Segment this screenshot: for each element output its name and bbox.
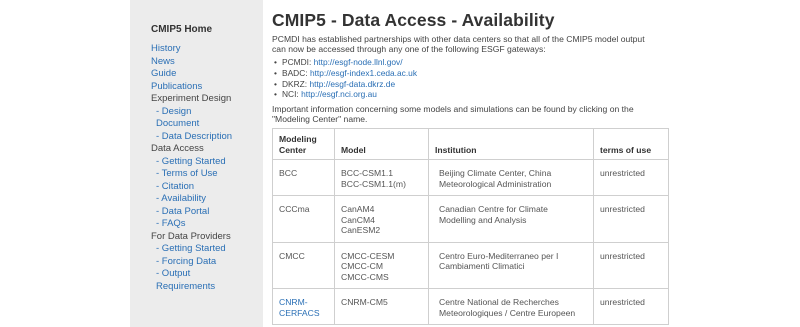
model-name: CNRM-CM5 (341, 297, 388, 308)
institution-name: Meteorological Administration (439, 178, 552, 189)
gateway-name: DKRZ: (282, 78, 308, 89)
model-name: CMCC-CESM (341, 250, 395, 261)
terms-cell: unrestricted (593, 159, 669, 197)
modeling-center-name: CCCma (279, 204, 310, 215)
terms-cell: unrestricted (593, 195, 669, 243)
modeling-center-name[interactable]: CNRM- (279, 297, 329, 308)
gateway-link[interactable]: http://esgf.nci.org.au (301, 89, 377, 99)
gateway-name: BADC: (282, 67, 308, 78)
institution-name: Canadian Centre for Climate (439, 204, 548, 215)
models-note: Important information concerning some mo… (272, 104, 672, 124)
availability-table: Modeling Center Model Institution terms o… (272, 128, 669, 326)
column-header-text: Institution (435, 144, 477, 155)
table-header-row: Modeling Center Model Institution terms o… (272, 128, 669, 161)
column-header-text: Model (341, 144, 366, 155)
sidebar-section-header: Data Access (151, 143, 204, 154)
gateway-item: PCMDI: http://esgf-node.llnl.gov/ (274, 57, 672, 68)
sidebar-item[interactable]: - Availability (151, 193, 263, 206)
institution-cell: Centre National de Recherches Meteorologi… (428, 288, 594, 326)
sidebar-item[interactable]: - Getting Started (151, 156, 263, 169)
table-row: CMCC CMCC-CESM CMCC-CM CMCC-CMS Centro Euro-… (272, 241, 669, 290)
model-cell: BCC-CSM1.1 BCC-CSM1.1(m) (334, 159, 429, 197)
column-header: Model (334, 128, 429, 161)
institution-name: Modelling and Analysis (439, 214, 527, 225)
sidebar-items: History News Guide Publications Experiment D… (151, 43, 263, 293)
sidebar-item[interactable]: - Forcing Data (151, 256, 263, 269)
model-name: BCC-CSM1.1 (341, 168, 394, 179)
table-row: BCC BCC-CSM1.1 BCC-CSM1.1(m) Beijing Climat… (272, 159, 669, 197)
institution-cell: Canadian Centre for Climate Modelling and… (428, 195, 594, 243)
institution-name: Centro Euro-Mediterraneo per I (439, 250, 559, 261)
sidebar-item[interactable]: - Citation (151, 181, 263, 194)
institution-name: Centre National de Recherches (439, 297, 559, 308)
gateway-name: PCMDI: (282, 57, 312, 67)
modeling-center-name: BCC (279, 168, 298, 179)
terms-cell: unrestricted (593, 288, 669, 326)
intro-line: can now be accessed through any one of t… (272, 44, 546, 54)
sidebar-nav: CMIP5 Home History News Guide Publications E… (130, 0, 263, 327)
sidebar-item[interactable]: - Data Portal (151, 206, 263, 219)
modeling-center-cell[interactable]: CNRM- CERFACS (272, 288, 335, 326)
sidebar-home-link[interactable]: CMIP5 Home (151, 24, 263, 35)
sidebar-item[interactable]: - Output (151, 268, 263, 281)
sidebar-item[interactable]: - FAQs (151, 218, 263, 231)
column-header: Institution (428, 128, 594, 161)
sidebar-section-header: For Data Providers (151, 230, 231, 242)
gateway-link[interactable]: http://esgf-data.dkrz.de (309, 79, 395, 89)
column-header-text: Modeling (279, 134, 317, 145)
main-content: CMIP5 - Data Access - Availability PCMDI… (272, 0, 672, 326)
modeling-center-cell: CMCC (272, 241, 335, 290)
model-name: CMCC-CM (341, 261, 384, 272)
model-name: CanAM4 (341, 204, 375, 215)
institution-cell: Beijing Climate Center, China Meteorologi… (428, 159, 594, 197)
sidebar-item[interactable]: - Terms of Use (151, 168, 263, 181)
column-header: Modeling Center (272, 128, 335, 161)
column-header-text: Center (279, 144, 307, 155)
sidebar-item[interactable]: Requirements (151, 281, 263, 294)
note-line: Important information concerning some mo… (272, 104, 634, 115)
gateway-item: DKRZ: http://esgf-data.dkrz.de (274, 78, 672, 90)
sidebar-section-header: Experiment Design (151, 93, 232, 104)
model-name: CMCC-CMS (341, 271, 389, 282)
gateway-link[interactable]: http://esgf-node.llnl.gov/ (314, 57, 403, 67)
gateway-list: PCMDI: http://esgf-node.llnl.gov/BADC: h… (272, 57, 672, 100)
sidebar-item[interactable]: - Getting Started (151, 243, 263, 256)
institution-name: Cambiamenti Climatici (439, 261, 525, 272)
modeling-center-name: CMCC (279, 250, 305, 261)
sidebar-item[interactable]: Guide (151, 68, 263, 81)
page-title: CMIP5 - Data Access - Availability (272, 10, 555, 30)
sidebar-item[interactable]: News (151, 56, 263, 69)
gateway-name: NCI: (282, 89, 299, 100)
sidebar-item[interactable]: History (151, 43, 263, 56)
gateway-item: BADC: http://esgf-index1.ceda.ac.uk (274, 67, 672, 79)
sidebar-item[interactable]: - Design (151, 106, 263, 119)
column-header: terms of use (593, 128, 669, 161)
table-row: CNRM- CERFACS CNRM-CM5 Centre National de R… (272, 288, 669, 326)
modeling-center-cell: BCC (272, 159, 335, 197)
sidebar-item[interactable]: Document (151, 118, 263, 131)
gateway-link[interactable]: http://esgf-index1.ceda.ac.uk (310, 68, 417, 78)
model-cell: CMCC-CESM CMCC-CM CMCC-CMS (334, 241, 429, 290)
model-name: CanCM4 (341, 214, 375, 225)
sidebar-item[interactable]: - Data Description (151, 131, 263, 144)
model-cell: CNRM-CM5 (334, 288, 429, 326)
model-cell: CanAM4 CanCM4 CanESM2 (334, 195, 429, 243)
institution-cell: Centro Euro-Mediterraneo per I Cambiament… (428, 241, 594, 290)
modeling-center-cell: CCCma (272, 195, 335, 243)
terms-cell: unrestricted (593, 241, 669, 290)
column-header-text: terms of use (600, 144, 652, 155)
institution-name: Meteorologiques / Centre Europeen (439, 307, 576, 318)
intro-line: PCMDI has established partnerships with … (272, 34, 645, 44)
institution-name: Beijing Climate Center, China (439, 168, 552, 179)
sidebar-item[interactable]: Publications (151, 81, 263, 94)
gateway-item: NCI: http://esgf.nci.org.au (274, 89, 672, 100)
table-row: CCCma CanAM4 CanCM4 CanESM2 Canadian Centre … (272, 195, 669, 243)
model-name: CanESM2 (341, 225, 381, 236)
modeling-center-name[interactable]: CERFACS (279, 308, 329, 319)
intro-text: PCMDI has established partnerships with … (272, 34, 668, 54)
note-line: "Modeling Center" name. (272, 114, 368, 125)
model-name: BCC-CSM1.1(m) (341, 178, 406, 189)
